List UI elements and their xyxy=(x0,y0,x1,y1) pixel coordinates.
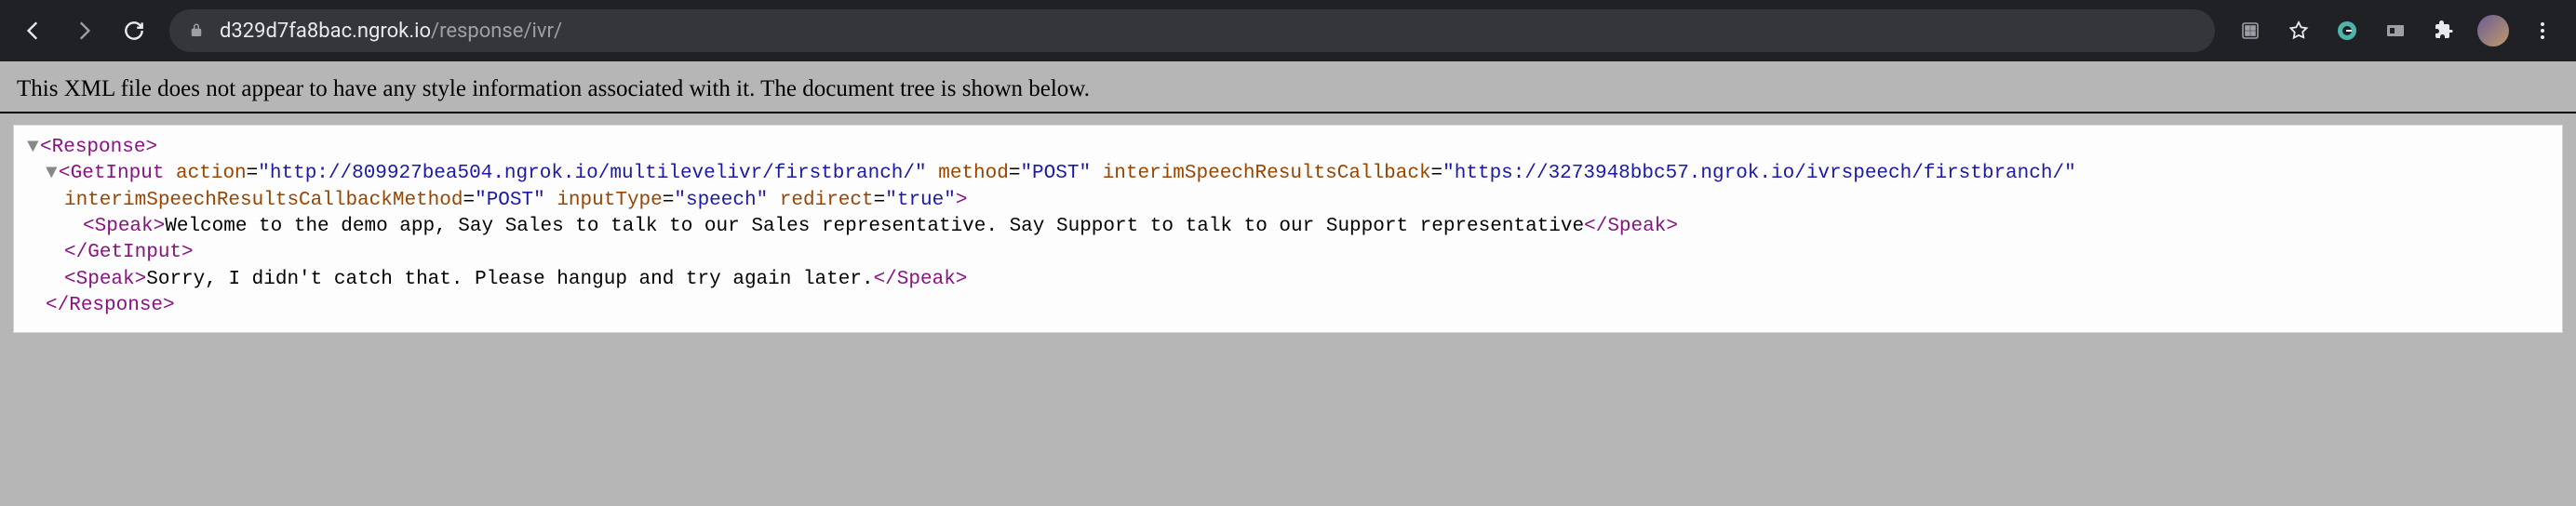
xml-attr-inputtype: inputType xyxy=(557,190,662,211)
xml-unstyled-hint: This XML file does not appear to have an… xyxy=(0,69,2576,112)
xml-val-method: "POST" xyxy=(1020,163,1091,184)
extension-b-icon[interactable] xyxy=(2375,10,2416,51)
extension-a-icon[interactable] xyxy=(2327,10,2368,51)
xml-speak-welcome: <Speak>Welcome to the demo app, Say Sale… xyxy=(27,214,2549,240)
xml-attr-isrcm: interimSpeechResultsCallbackMethod xyxy=(64,190,463,211)
xml-text-welcome: Welcome to the demo app, Say Sales to ta… xyxy=(165,216,1584,237)
page-content: This XML file does not appear to have an… xyxy=(0,61,2576,333)
tree-toggle-icon[interactable]: ▼ xyxy=(46,161,59,187)
avatar[interactable] xyxy=(2477,15,2509,47)
xml-speak-sorry: <Speak>Sorry, I didn't catch that. Pleas… xyxy=(27,267,2549,293)
xml-tag-speak: Speak xyxy=(76,269,135,290)
xml-tag-getinput: GetInput xyxy=(71,163,165,184)
xml-text-sorry: Sorry, I didn't catch that. Please hangu… xyxy=(146,269,873,290)
xml-val-inputtype: "speech" xyxy=(674,190,768,211)
extensions-icon[interactable] xyxy=(2423,10,2464,51)
xml-root-close: </Response> xyxy=(27,293,2549,319)
back-button[interactable] xyxy=(13,10,54,51)
divider xyxy=(0,112,2576,113)
tree-toggle-icon[interactable]: ▼ xyxy=(27,135,40,161)
xml-val-redirect: "true" xyxy=(885,190,956,211)
xml-attr-isrc: interimSpeechResultsCallback xyxy=(1103,163,1431,184)
xml-getinput-open-line1: ▼<GetInput action="http://809927bea504.n… xyxy=(27,161,2549,187)
xml-attr-redirect: redirect xyxy=(780,190,874,211)
bookmark-icon[interactable] xyxy=(2278,10,2319,51)
xml-val-action: "http://809927bea504.ngrok.io/multilevel… xyxy=(258,163,926,184)
install-app-icon[interactable] xyxy=(2230,10,2271,51)
xml-tag-response: Response xyxy=(52,137,146,158)
url-text: d329d7fa8bac.ngrok.io/response/ivr/ xyxy=(220,20,562,43)
xml-attr-method: method xyxy=(938,163,1009,184)
xml-getinput-close: </GetInput> xyxy=(27,240,2549,266)
browser-toolbar: d329d7fa8bac.ngrok.io/response/ivr/ xyxy=(0,0,2576,61)
menu-icon[interactable] xyxy=(2522,10,2563,51)
xml-getinput-open-line2: interimSpeechResultsCallbackMethod="POST… xyxy=(27,188,2549,214)
reload-button[interactable] xyxy=(114,10,154,51)
address-bar[interactable]: d329d7fa8bac.ngrok.io/response/ivr/ xyxy=(169,9,2215,52)
xml-root-open: ▼<Response> xyxy=(27,135,2549,161)
url-host: d329d7fa8bac.ngrok.io xyxy=(220,20,431,43)
toolbar-right xyxy=(2230,10,2563,51)
lock-icon xyxy=(188,22,205,39)
xml-val-isrc: "https://3273948bbc57.ngrok.io/ivrspeech… xyxy=(1442,163,2076,184)
xml-tag-speak: Speak xyxy=(95,216,154,237)
xml-attr-action: action xyxy=(176,163,247,184)
url-path: /response/ivr/ xyxy=(431,20,562,43)
xml-tree-panel: ▼<Response> ▼<GetInput action="http://80… xyxy=(13,125,2563,333)
forward-button[interactable] xyxy=(63,10,104,51)
xml-val-isrcm: "POST" xyxy=(475,190,545,211)
